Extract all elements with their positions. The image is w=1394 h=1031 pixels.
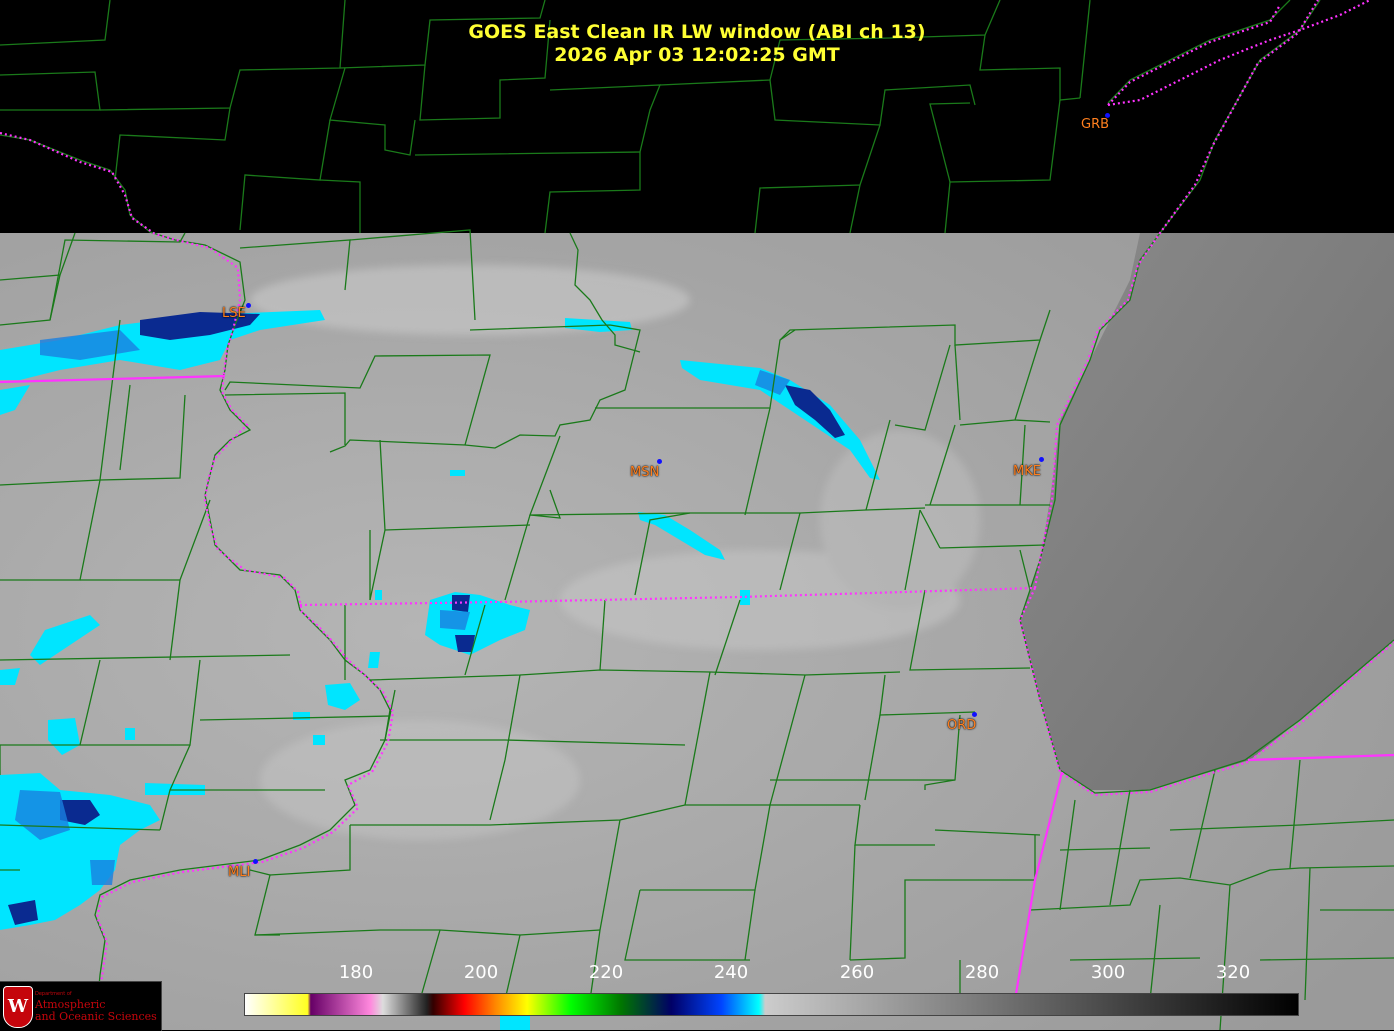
city-label-ord: ORD bbox=[947, 718, 977, 733]
city-dot-mke bbox=[1039, 457, 1044, 462]
city-label-lse: LSE bbox=[222, 306, 246, 321]
colorbar-tick: 300 bbox=[1090, 962, 1126, 983]
colorbar-tick: 240 bbox=[713, 962, 749, 983]
city-dot-mli bbox=[253, 859, 258, 864]
colorbar-tick: 220 bbox=[588, 962, 624, 983]
logo-department: Department of bbox=[35, 991, 72, 997]
aos-logo: W Department of Atmospheric and Oceanic … bbox=[0, 981, 162, 1031]
colorbar-tick: 320 bbox=[1215, 962, 1251, 983]
map-title: GOES East Clean IR LW window (ABI ch 13) bbox=[468, 21, 926, 43]
uw-crest-icon: W bbox=[3, 986, 33, 1028]
colorbar-tick: 280 bbox=[964, 962, 1000, 983]
colorbar-tick: 260 bbox=[839, 962, 875, 983]
city-label-msn: MSN bbox=[630, 465, 660, 480]
city-dot-lse bbox=[246, 303, 251, 308]
city-label-grb: GRB bbox=[1081, 117, 1110, 132]
city-dot-msn bbox=[657, 459, 662, 464]
colorbar-tick: 180 bbox=[338, 962, 374, 983]
map-timestamp: 2026 Apr 03 12:02:25 GMT bbox=[554, 44, 840, 66]
city-dot-ord bbox=[972, 712, 977, 717]
city-label-mli: MLI bbox=[228, 865, 251, 880]
city-label-mke: MKE bbox=[1013, 464, 1041, 479]
logo-name-line2: and Oceanic Sciences bbox=[35, 1010, 157, 1023]
temperature-colorbar bbox=[244, 993, 1299, 1016]
colorbar-tick: 200 bbox=[463, 962, 499, 983]
satellite-map bbox=[0, 0, 1394, 1030]
